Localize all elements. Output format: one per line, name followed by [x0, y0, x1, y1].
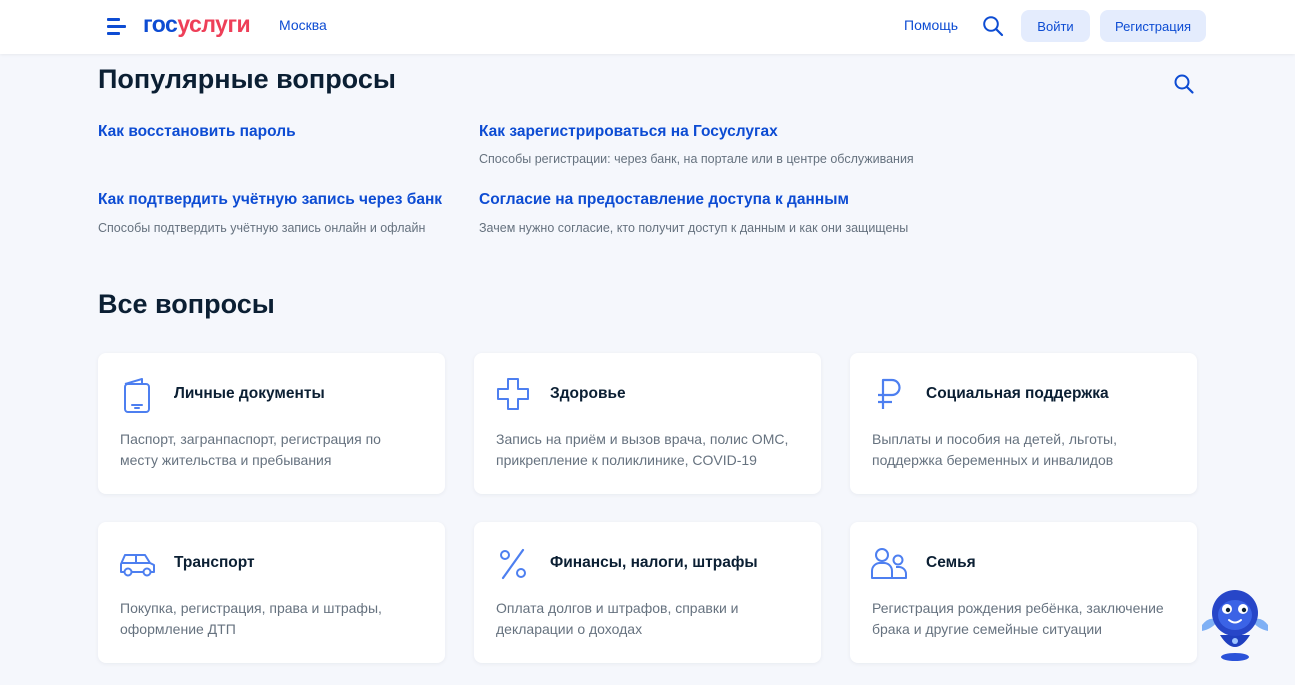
faq-desc-register: Способы регистрации: через банк, на порт… — [479, 152, 914, 166]
robot-assistant-icon[interactable] — [1196, 585, 1274, 665]
category-card-finance[interactable]: Финансы, налоги, штрафы Оплата долгов и … — [474, 522, 821, 663]
card-title: Транспорт — [174, 554, 255, 571]
card-title: Здоровье — [550, 385, 626, 402]
category-card-family[interactable]: Семья Регистрация рождения ребёнка, закл… — [850, 522, 1197, 663]
card-description: Паспорт, загранпаспорт, регистрация по м… — [120, 431, 381, 468]
popular-questions-title: Популярные вопросы — [98, 64, 396, 94]
document-icon — [124, 378, 150, 413]
gosuslugi-logo[interactable]: госуслуги — [143, 11, 251, 38]
help-link[interactable]: Помощь — [904, 17, 958, 33]
faq-link-register[interactable]: Как зарегистрироваться на Госуслугах — [479, 123, 778, 141]
category-card-social-support[interactable]: Социальная поддержка Выплаты и пособия н… — [850, 353, 1197, 494]
ruble-icon — [878, 378, 901, 409]
faq-desc-data-consent: Зачем нужно согласие, кто получит доступ… — [479, 221, 909, 235]
category-card-documents[interactable]: Личные документы Паспорт, загранпаспорт,… — [98, 353, 445, 494]
login-button[interactable]: Войти — [1021, 10, 1090, 42]
faq-desc-confirm-bank: Способы подтвердить учётную запись онлай… — [98, 221, 426, 235]
all-questions-title: Все вопросы — [98, 289, 275, 319]
header: госуслуги Москва Помощь Войти Регистраци… — [0, 0, 1295, 54]
card-title: Личные документы — [174, 385, 325, 402]
menu-burger-icon[interactable] — [107, 17, 126, 35]
card-description: Запись на приём и вызов врача, полис ОМС… — [496, 431, 789, 468]
faq-link-confirm-bank[interactable]: Как подтвердить учётную запись через бан… — [98, 191, 442, 209]
search-icon[interactable] — [982, 15, 1004, 37]
card-description: Регистрация рождения ребёнка, заключение… — [872, 600, 1164, 637]
car-icon — [120, 554, 155, 577]
category-card-health[interactable]: Здоровье Запись на приём и вызов врача, … — [474, 353, 821, 494]
category-card-transport[interactable]: Транспорт Покупка, регистрация, права и … — [98, 522, 445, 663]
card-description: Выплаты и пособия на детей, льготы, подд… — [872, 431, 1117, 468]
family-icon — [871, 548, 907, 579]
faq-link-data-consent[interactable]: Согласие на предоставление доступа к дан… — [479, 191, 849, 209]
card-title: Социальная поддержка — [926, 385, 1109, 402]
card-title: Семья — [926, 554, 976, 571]
city-selector[interactable]: Москва — [279, 17, 327, 33]
faq-link-restore-password[interactable]: Как восстановить пароль — [98, 123, 296, 141]
card-description: Оплата долгов и штрафов, справки и декла… — [496, 600, 739, 637]
card-description: Покупка, регистрация, права и штрафы, оф… — [120, 600, 382, 637]
percent-icon — [500, 548, 526, 580]
search-icon[interactable] — [1173, 73, 1195, 95]
card-title: Финансы, налоги, штрафы — [550, 554, 758, 571]
register-button[interactable]: Регистрация — [1100, 10, 1206, 42]
health-cross-icon — [497, 378, 529, 410]
